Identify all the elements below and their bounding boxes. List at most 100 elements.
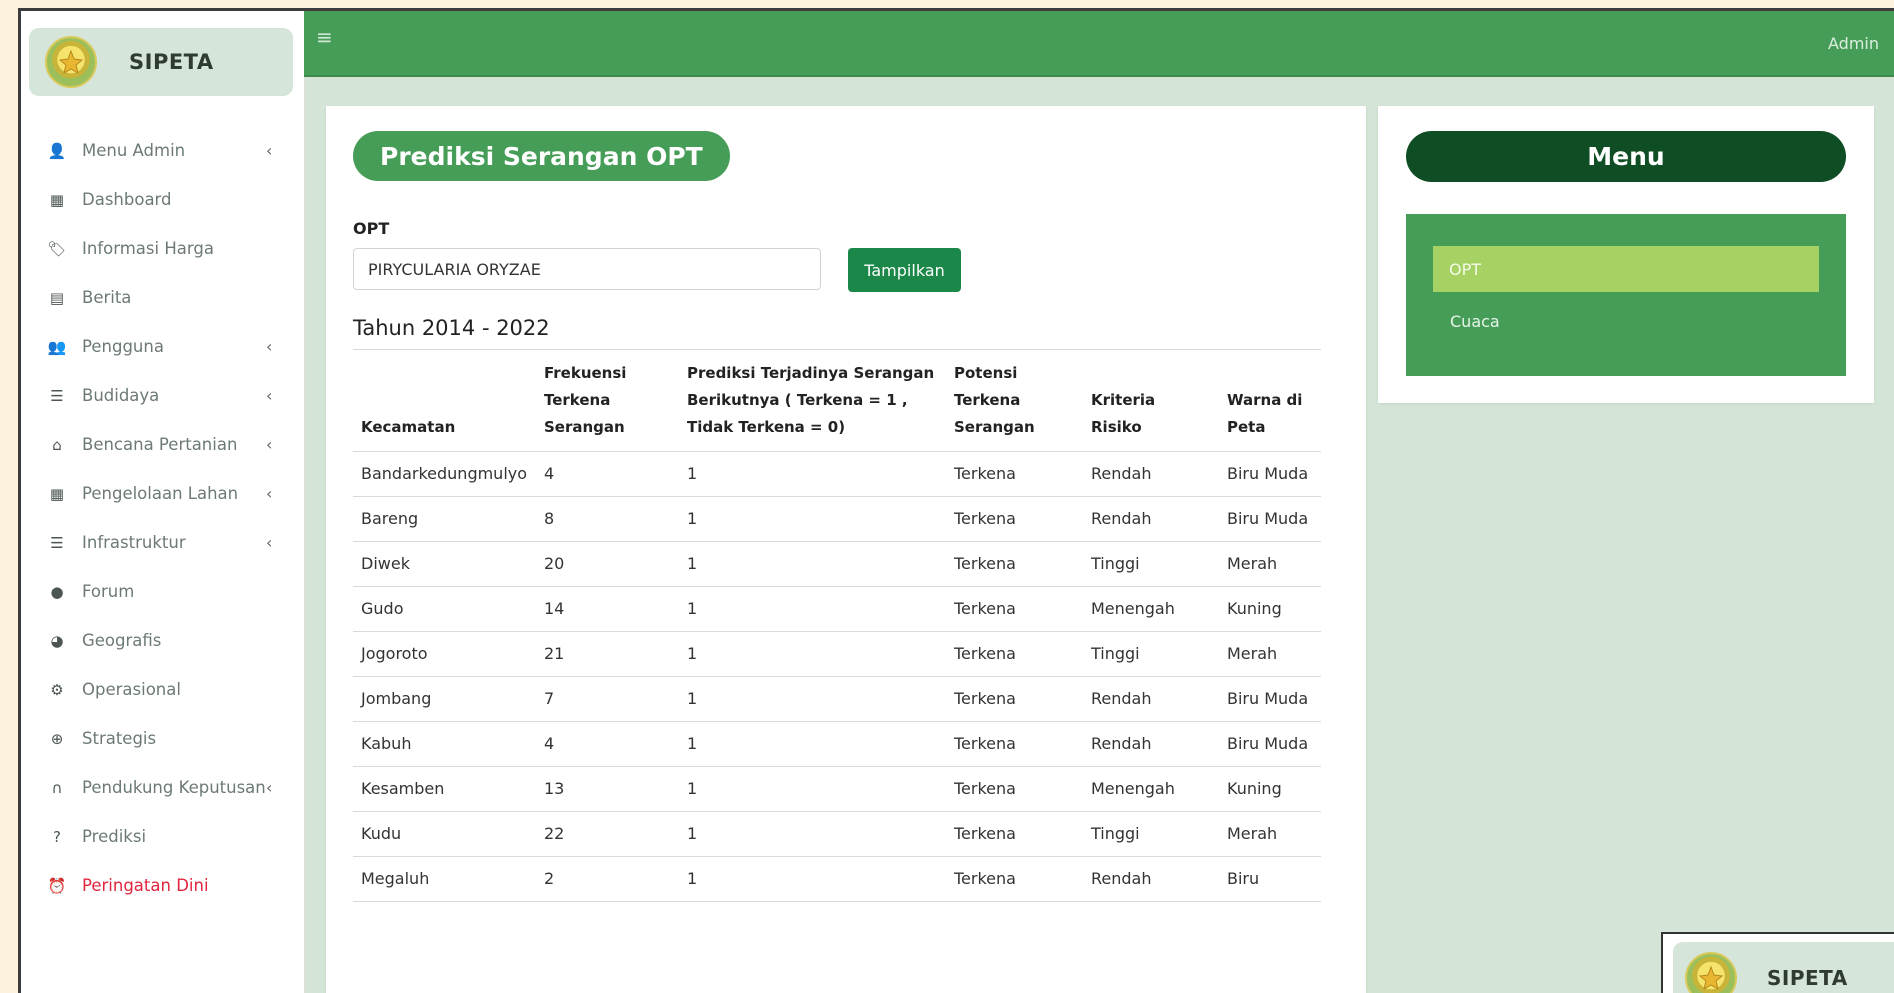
floating-brand: SIPETA bbox=[1673, 942, 1894, 993]
table-cell: Terkena bbox=[946, 856, 1083, 902]
target-icon: ⊕ bbox=[50, 729, 64, 748]
table-cell: Kesamben bbox=[353, 766, 536, 812]
opt-input[interactable] bbox=[353, 248, 821, 290]
sidebar-item-prediksi[interactable]: ? Prediksi bbox=[21, 812, 304, 861]
hamburger-menu-icon[interactable]: ≡ bbox=[316, 25, 333, 49]
table-cell: Kudu bbox=[353, 811, 536, 857]
question-icon: ? bbox=[53, 827, 61, 846]
table-cell: Tinggi bbox=[1083, 541, 1219, 587]
newspaper-icon: ▤ bbox=[49, 288, 65, 307]
prediction-table-wrap: Kecamatan Frekuensi Terkena Serangan Predi… bbox=[353, 349, 1321, 902]
sidebar-item-label: Pendukung Keputusan bbox=[82, 778, 266, 797]
home-icon: ⌂ bbox=[52, 435, 62, 454]
table-cell: Terkena bbox=[946, 541, 1083, 587]
table-row: Jombang 7 1 Terkena Rendah Biru Muda bbox=[353, 676, 1321, 722]
table-cell: Megaluh bbox=[353, 856, 536, 902]
table-cell: 20 bbox=[536, 541, 679, 587]
sidebar-item-label: Budidaya bbox=[82, 386, 160, 405]
sidebar-item-menu-admin[interactable]: 👤 Menu Admin ‹ bbox=[21, 126, 304, 175]
sidebar-item-pendukung-keputusan[interactable]: ∩ Pendukung Keputusan ‹ bbox=[21, 763, 304, 812]
chevron-left-icon: ‹ bbox=[266, 337, 273, 356]
table-cell: Tinggi bbox=[1083, 811, 1219, 857]
table-cell: 22 bbox=[536, 811, 679, 857]
user-icon: 👤 bbox=[47, 141, 67, 160]
show-button[interactable]: Tampilkan bbox=[848, 248, 961, 292]
sidebar-item-pengguna[interactable]: 👥 Pengguna ‹ bbox=[21, 322, 304, 371]
sidebar-item-peringatan-dini[interactable]: ⏰ Peringatan Dini bbox=[21, 861, 304, 910]
sidebar-item-label: Prediksi bbox=[82, 827, 147, 846]
table-row: Jogoroto 21 1 Terkena Tinggi Merah bbox=[353, 631, 1321, 677]
menu-item-opt[interactable]: OPT bbox=[1433, 246, 1819, 292]
sidebar-item-label: Dashboard bbox=[82, 190, 172, 209]
price-tag-icon: 🏷 bbox=[47, 239, 67, 258]
chevron-left-icon: ‹ bbox=[266, 435, 273, 454]
menu-box: OPT Cuaca bbox=[1406, 214, 1846, 376]
table-cell: Terkena bbox=[946, 451, 1083, 497]
sidebar-item-bencana-pertanian[interactable]: ⌂ Bencana Pertanian ‹ bbox=[21, 420, 304, 469]
table-cell: Terkena bbox=[946, 766, 1083, 812]
table-cell: 4 bbox=[536, 721, 679, 767]
table-row: Diwek 20 1 Terkena Tinggi Merah bbox=[353, 541, 1321, 587]
building-icon: ☰ bbox=[50, 533, 64, 552]
column-header: Frekuensi Terkena Serangan bbox=[536, 349, 679, 452]
table-cell: Gudo bbox=[353, 586, 536, 632]
table-cell: Kabuh bbox=[353, 721, 536, 767]
sidebar-item-operasional[interactable]: ⚙ Operasional bbox=[21, 665, 304, 714]
prediction-table: Kecamatan Frekuensi Terkena Serangan Predi… bbox=[353, 349, 1321, 902]
sidebar-brand[interactable]: SIPETA bbox=[29, 28, 293, 96]
sidebar-item-pengelolaan-lahan[interactable]: ▦ Pengelolaan Lahan ‹ bbox=[21, 469, 304, 518]
users-icon: 👥 bbox=[47, 337, 67, 356]
topbar: ≡ Admin bbox=[304, 11, 1894, 77]
table-cell: 14 bbox=[536, 586, 679, 632]
table-cell: 13 bbox=[536, 766, 679, 812]
sidebar-item-berita[interactable]: ▤ Berita bbox=[21, 273, 304, 322]
table-cell: 1 bbox=[679, 811, 946, 857]
floating-window-preview[interactable]: SIPETA bbox=[1661, 932, 1894, 993]
sidebar-item-forum[interactable]: ● Forum bbox=[21, 567, 304, 616]
table-cell: 1 bbox=[679, 631, 946, 677]
table-cell: Merah bbox=[1219, 541, 1321, 587]
app-window: SIPETA 👤 Menu Admin ‹ ▦ Dashboard 🏷 Informasi … bbox=[18, 8, 1894, 993]
sidebar-item-geografis[interactable]: ◕ Geografis bbox=[21, 616, 304, 665]
table-row: Kabuh 4 1 Terkena Rendah Biru Muda bbox=[353, 721, 1321, 767]
menu-item-cuaca[interactable]: Cuaca bbox=[1450, 312, 1500, 331]
sidebar-item-informasi-harga[interactable]: 🏷 Informasi Harga bbox=[21, 224, 304, 273]
user-menu[interactable]: Admin bbox=[1828, 34, 1879, 53]
table-cell: Jombang bbox=[353, 676, 536, 722]
table-cell: 4 bbox=[536, 451, 679, 497]
menu-title: Menu bbox=[1406, 131, 1846, 182]
sidebar-item-label: Pengguna bbox=[82, 337, 164, 356]
sidebar-item-dashboard[interactable]: ▦ Dashboard bbox=[21, 175, 304, 224]
sidebar-item-label: Pengelolaan Lahan bbox=[82, 484, 239, 503]
table-cell: Rendah bbox=[1083, 856, 1219, 902]
sidebar-item-label: Informasi Harga bbox=[82, 239, 214, 258]
table-cell: Bareng bbox=[353, 496, 536, 542]
table-cell: 1 bbox=[679, 766, 946, 812]
table-cell: 1 bbox=[679, 856, 946, 902]
sidebar-item-strategis[interactable]: ⊕ Strategis bbox=[21, 714, 304, 763]
table-cell: 8 bbox=[536, 496, 679, 542]
column-header: Prediksi Terjadinya Serangan Berikutnya … bbox=[679, 349, 946, 452]
table-cell: Rendah bbox=[1083, 496, 1219, 542]
prediction-card: Prediksi Serangan OPT OPT Tampilkan Tahu… bbox=[326, 106, 1366, 993]
headset-icon: ∩ bbox=[51, 778, 63, 797]
table-cell: Biru bbox=[1219, 856, 1321, 902]
table-row: Kudu 22 1 Terkena Tinggi Merah bbox=[353, 811, 1321, 857]
sidebar-item-infrastruktur[interactable]: ☰ Infrastruktur ‹ bbox=[21, 518, 304, 567]
table-row: Bandarkedungmulyo 4 1 Terkena Rendah Biru Mud… bbox=[353, 451, 1321, 497]
column-header: Kriteria Risiko bbox=[1083, 349, 1219, 452]
table-cell: Biru Muda bbox=[1219, 451, 1321, 497]
floating-brand-name: SIPETA bbox=[1767, 966, 1848, 990]
table-cell: Terkena bbox=[946, 676, 1083, 722]
column-header: Potensi Terkena Serangan bbox=[946, 349, 1083, 452]
table-row: Megaluh 2 1 Terkena Rendah Biru bbox=[353, 856, 1321, 902]
table-cell: Rendah bbox=[1083, 721, 1219, 767]
column-header: Warna di Peta bbox=[1219, 349, 1321, 452]
table-header-row: Kecamatan Frekuensi Terkena Serangan Predi… bbox=[353, 349, 1321, 452]
sidebar-item-label: Operasional bbox=[82, 680, 181, 699]
page-title: Prediksi Serangan OPT bbox=[353, 131, 730, 181]
table-cell: 21 bbox=[536, 631, 679, 677]
logo-icon bbox=[1685, 952, 1737, 993]
sidebar-item-budidaya[interactable]: ☰ Budidaya ‹ bbox=[21, 371, 304, 420]
table-cell: 2 bbox=[536, 856, 679, 902]
